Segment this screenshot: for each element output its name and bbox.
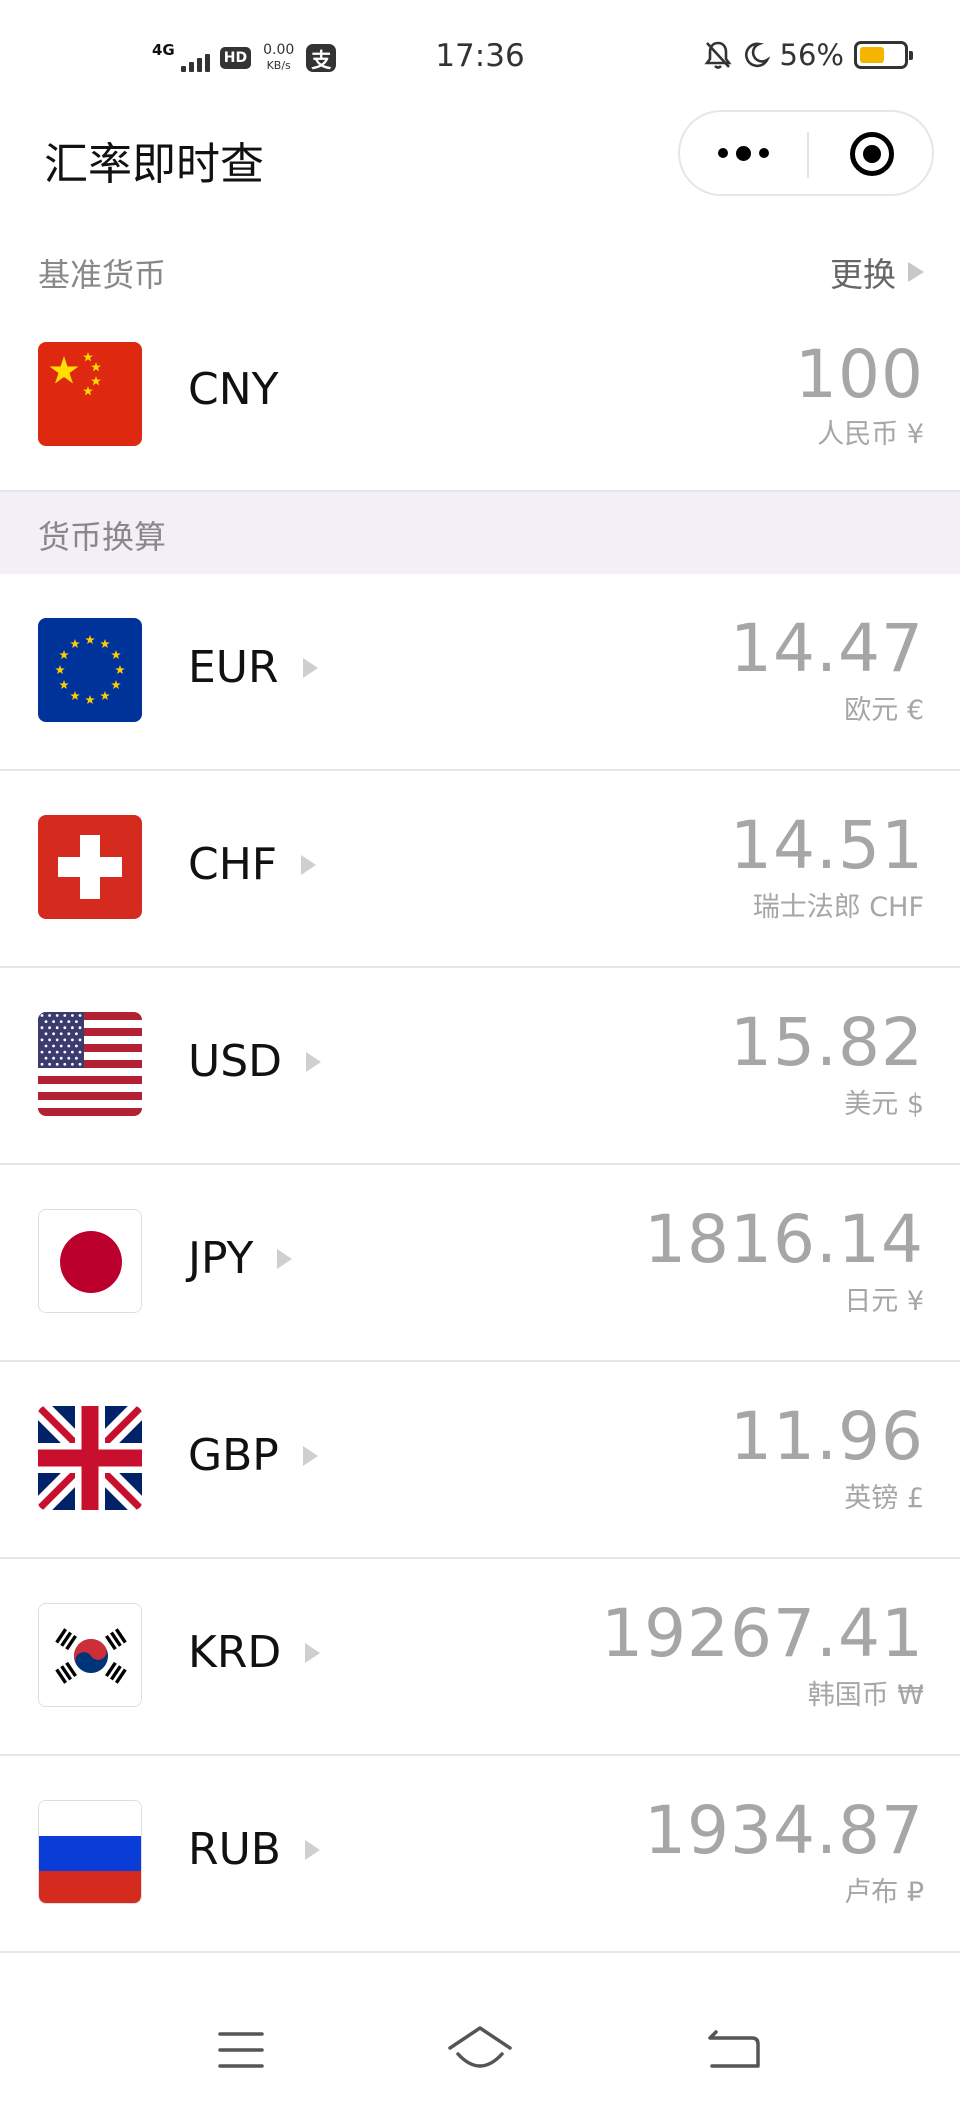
menu-icon[interactable] — [190, 2020, 290, 2080]
currency-code: CNY — [188, 364, 279, 415]
converted-amount: 1816.14 — [644, 1201, 924, 1278]
currency-row-chf[interactable]: CHF 14.51 瑞士法郎 CHF — [0, 771, 960, 968]
currency-name-symbol: 日元 ¥ — [844, 1286, 924, 1317]
currency-row-usd[interactable]: USD 15.82 美元 $ — [0, 968, 960, 1165]
triangle-right-icon — [302, 657, 318, 678]
battery-icon — [854, 41, 913, 69]
conversion-section-header: 货币换算 — [0, 492, 960, 574]
currency-code: USD — [188, 1036, 322, 1087]
flag-kr-icon — [38, 1603, 142, 1707]
system-nav-bar — [0, 1990, 960, 2112]
status-bar: 4G HD 0.00 KB/s 支 17:36 56% — [0, 0, 960, 116]
currency-code: JPY — [188, 1233, 293, 1284]
base-currency-row[interactable]: CNY 100 人民币 ¥ — [0, 312, 960, 492]
converted-amount: 11.96 — [730, 1398, 924, 1475]
base-currency-title: 基准货币 — [38, 256, 167, 294]
currency-code-text: JPY — [188, 1233, 254, 1284]
target-icon[interactable] — [850, 132, 894, 176]
currency-name-symbol: 欧元 € — [844, 695, 924, 726]
triangle-right-icon — [302, 1445, 318, 1466]
capsule-divider — [807, 132, 809, 178]
battery-percent: 56% — [779, 38, 844, 72]
conversion-section-title: 货币换算 — [38, 518, 167, 556]
triangle-right-icon — [277, 1248, 293, 1269]
mute-bell-icon — [703, 41, 732, 69]
converted-amount: 15.82 — [730, 1004, 924, 1081]
flag-gb-icon — [38, 1406, 142, 1510]
currency-row-gbp[interactable]: GBP 11.96 英镑 £ — [0, 1362, 960, 1559]
currency-name-symbol: 韩国币 ₩ — [807, 1680, 924, 1711]
currency-name-symbol: 瑞士法郎 CHF — [752, 892, 924, 923]
moon-icon — [744, 42, 770, 68]
flag-ch-icon — [38, 815, 142, 919]
system-indicators: 56% — [703, 38, 913, 72]
more-icon[interactable] — [680, 112, 807, 194]
flag-cn-icon — [38, 342, 142, 446]
back-icon[interactable] — [682, 2020, 782, 2080]
page-title: 汇率即时查 — [44, 139, 264, 190]
currency-code-text: CNY — [188, 364, 279, 415]
currency-code: EUR — [188, 642, 318, 693]
currency-code: RUB — [188, 1824, 320, 1875]
base-currency-header: 基准货币 更换 — [0, 232, 960, 312]
currency-code-text: GBP — [188, 1430, 279, 1481]
currency-code-text: CHF — [188, 839, 278, 890]
currency-code-text: EUR — [188, 642, 279, 693]
triangle-right-icon — [306, 1051, 322, 1072]
flag-us-icon — [38, 1012, 142, 1116]
change-button[interactable]: 更换 — [830, 248, 924, 296]
triangle-right-icon — [301, 854, 317, 875]
flag-jp-icon — [38, 1209, 142, 1313]
flag-eu-icon — [38, 618, 142, 722]
currency-code-text: USD — [188, 1036, 283, 1087]
flag-ru-icon — [38, 1800, 142, 1904]
title-bar: 汇率即时查 — [0, 110, 960, 232]
currency-name-symbol: 人民币 ¥ — [817, 419, 924, 450]
currency-name-symbol: 美元 $ — [844, 1089, 924, 1120]
currency-row-eur[interactable]: EUR 14.47 欧元 € — [0, 574, 960, 771]
currency-code: GBP — [188, 1430, 318, 1481]
base-amount[interactable]: 100 — [795, 342, 924, 408]
triangle-right-icon — [908, 262, 924, 282]
converted-amount: 14.51 — [730, 807, 924, 884]
currency-code: KRD — [188, 1627, 321, 1678]
converted-amount: 1934.87 — [644, 1792, 924, 1869]
triangle-right-icon — [304, 1839, 320, 1860]
triangle-right-icon — [305, 1642, 321, 1663]
currency-row-jpy[interactable]: JPY 1816.14 日元 ¥ — [0, 1165, 960, 1362]
currency-code: CHF — [188, 839, 317, 890]
currency-name-symbol: 卢布 ₽ — [844, 1877, 924, 1908]
currency-row-krd[interactable]: KRD 19267.41 韩国币 ₩ — [0, 1559, 960, 1756]
currency-name-symbol: 英镑 £ — [844, 1483, 924, 1514]
change-label: 更换 — [830, 255, 896, 294]
currency-row-rub[interactable]: RUB 1934.87 卢布 ₽ — [0, 1756, 960, 1953]
miniapp-capsule — [678, 110, 934, 196]
converted-amount: 14.47 — [730, 610, 924, 687]
currency-code-text: KRD — [188, 1627, 282, 1678]
home-icon[interactable] — [430, 2020, 530, 2080]
currency-code-text: RUB — [188, 1824, 281, 1875]
converted-amount: 19267.41 — [601, 1595, 924, 1672]
